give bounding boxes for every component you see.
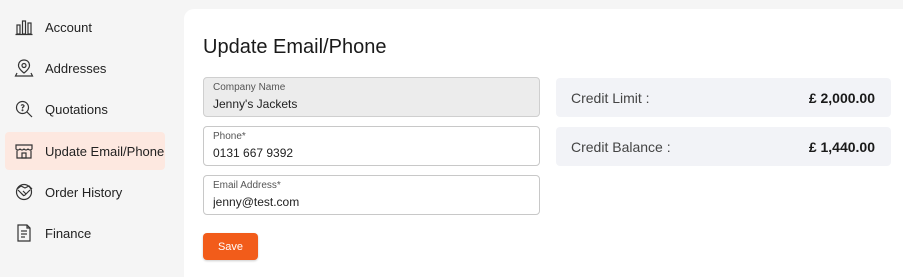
sidebar-item-label: Finance <box>45 225 92 241</box>
credit-limit-value: £ 2,000.00 <box>808 89 875 106</box>
sidebar-item-finance[interactable]: Finance <box>5 214 165 252</box>
main-panel: Update Email/Phone Company Name Phone* E… <box>184 9 903 277</box>
phone-field[interactable]: Phone* <box>203 126 540 166</box>
search-document-icon <box>14 99 34 119</box>
credit-balance-label: Credit Balance : <box>571 138 671 155</box>
company-name-input <box>213 97 530 111</box>
sidebar-item-account[interactable]: Account <box>5 8 165 46</box>
credit-limit-label: Credit Limit : <box>571 89 650 106</box>
credit-balance-card: Credit Balance : £ 1,440.00 <box>556 127 891 166</box>
sidebar-item-addresses[interactable]: Addresses <box>5 49 165 87</box>
email-input[interactable] <box>213 195 530 209</box>
email-field[interactable]: Email Address* <box>203 175 540 215</box>
sidebar-item-label: Account <box>45 19 92 35</box>
sidebar: Account Addresses Quotations Update Emai… <box>0 0 176 277</box>
sidebar-item-quotations[interactable]: Quotations <box>5 90 165 128</box>
phone-input[interactable] <box>213 146 530 160</box>
page-title: Update Email/Phone <box>203 36 387 58</box>
sidebar-item-update-email-phone[interactable]: Update Email/Phone <box>5 132 165 170</box>
save-button[interactable]: Save <box>203 233 258 260</box>
sidebar-item-label: Addresses <box>45 60 107 76</box>
company-icon <box>14 17 34 37</box>
storefront-icon <box>14 141 34 161</box>
credit-limit-card: Credit Limit : £ 2,000.00 <box>556 78 891 117</box>
document-icon <box>14 223 34 243</box>
sidebar-item-label: Order History <box>45 184 123 200</box>
handshake-icon <box>14 182 34 202</box>
credit-balance-value: £ 1,440.00 <box>808 138 875 155</box>
company-name-label: Company Name <box>213 82 286 93</box>
location-pin-icon <box>14 58 34 78</box>
sidebar-item-label: Quotations <box>45 101 108 117</box>
email-label: Email Address* <box>213 180 281 191</box>
company-name-field: Company Name <box>203 77 540 117</box>
sidebar-item-label: Update Email/Phone <box>45 143 165 159</box>
sidebar-item-order-history[interactable]: Order History <box>5 173 165 211</box>
phone-label: Phone* <box>213 131 246 142</box>
